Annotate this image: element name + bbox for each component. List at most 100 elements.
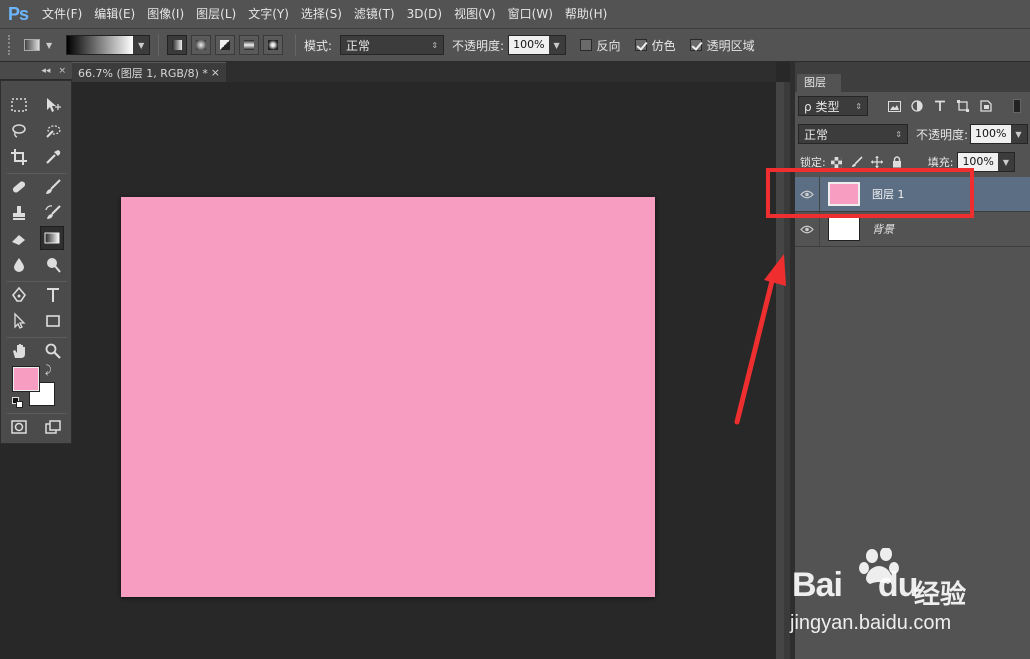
dodge-icon — [47, 258, 61, 273]
chevron-down-icon[interactable]: ▼ — [548, 36, 565, 54]
screen-mode-button[interactable] — [41, 415, 65, 439]
reverse-checkbox[interactable]: 反向 — [579, 37, 621, 54]
pen-tool[interactable] — [7, 283, 31, 307]
smart-object-filter-icon[interactable] — [978, 98, 994, 114]
options-bar-handle[interactable] — [8, 35, 14, 55]
gradient-tool[interactable] — [40, 226, 64, 250]
move-tool[interactable] — [41, 93, 65, 117]
path-selection-tool[interactable] — [7, 309, 31, 333]
dodge-tool[interactable] — [41, 253, 65, 277]
close-icon[interactable]: × — [58, 66, 66, 76]
lock-all-icon[interactable] — [890, 155, 904, 169]
history-brush-tool[interactable] — [41, 201, 65, 225]
menu-type[interactable]: 文字(Y) — [242, 0, 295, 28]
chevron-down-icon[interactable]: ▼ — [1010, 125, 1027, 143]
tools-panel: ⤸ — [0, 80, 72, 444]
opacity-field[interactable]: 100% ▼ — [508, 35, 566, 55]
default-bg-square — [16, 401, 23, 408]
zoom-tool[interactable] — [41, 339, 65, 363]
lasso-tool[interactable] — [7, 119, 31, 143]
linear-gradient-button[interactable] — [167, 35, 187, 55]
stamp-icon — [13, 206, 25, 220]
lock-transparent-icon[interactable] — [830, 155, 844, 169]
brush-tool[interactable] — [41, 175, 65, 199]
menu-edit[interactable]: 编辑(E) — [88, 0, 141, 28]
gradient-picker[interactable]: ▼ — [66, 35, 150, 55]
default-colors-icon[interactable] — [12, 397, 23, 408]
filter-kind-select[interactable]: ρ 类型 ⇕ — [798, 96, 868, 116]
checkbox-box[interactable] — [689, 39, 702, 51]
filter-toggle-switch[interactable] — [1013, 99, 1021, 113]
menu-view[interactable]: 视图(V) — [448, 0, 502, 28]
menu-image[interactable]: 图像(I) — [141, 0, 190, 28]
eraser-tool[interactable] — [7, 227, 31, 251]
shape-filter-icon[interactable] — [955, 98, 971, 114]
up-down-arrows-icon: ⇕ — [895, 129, 902, 139]
layer-thumbnail[interactable] — [828, 217, 860, 241]
layer-name[interactable]: 背景 — [872, 221, 894, 237]
reflected-gradient-button[interactable] — [239, 35, 259, 55]
divider — [158, 34, 159, 56]
radial-gradient-button[interactable] — [191, 35, 211, 55]
chevron-down-icon[interactable]: ▼ — [997, 153, 1014, 171]
chevron-down-icon[interactable]: ▼ — [133, 36, 149, 54]
clone-stamp-tool[interactable] — [7, 201, 31, 225]
collapse-icon[interactable]: ◂◂ — [41, 66, 50, 76]
baidu-jingyan-watermark: Bai du 经验 jingyan.baidu.com — [790, 547, 980, 638]
marquee-tool[interactable] — [7, 93, 31, 117]
checkbox-box[interactable] — [634, 39, 647, 51]
blur-tool[interactable] — [7, 253, 31, 277]
image-filter-svg — [887, 100, 901, 112]
foreground-color-swatch[interactable] — [12, 366, 40, 392]
hand-tool[interactable] — [7, 339, 31, 363]
gradient-preview[interactable] — [67, 36, 134, 54]
close-icon[interactable]: × — [211, 66, 220, 79]
mode-select[interactable]: 正常 ⇕ — [340, 35, 445, 55]
image-filter-icon[interactable] — [886, 98, 902, 114]
canvas-area[interactable] — [72, 82, 776, 659]
rectangle-tool[interactable] — [41, 309, 65, 333]
layer-opacity-value[interactable]: 100% — [971, 125, 1011, 143]
swap-colors-icon[interactable]: ⤸ — [45, 363, 52, 377]
transparency-checkbox[interactable]: 透明区域 — [689, 37, 755, 54]
linear-gradient-icon — [172, 40, 182, 50]
adjustment-filter-icon[interactable] — [909, 98, 925, 114]
type-tool[interactable] — [41, 283, 65, 307]
annotation-highlight-box — [766, 168, 974, 218]
layer-opacity-field[interactable]: 100% ▼ — [970, 124, 1028, 144]
document-tab[interactable]: 66.7% (图层 1, RGB/8) * × — [72, 62, 226, 82]
checker-svg — [831, 156, 843, 168]
menu-3d[interactable]: 3D(D) — [401, 0, 448, 28]
menu-window[interactable]: 窗口(W) — [502, 0, 559, 28]
angle-gradient-button[interactable] — [215, 35, 235, 55]
mode-label: 模式: — [304, 38, 333, 53]
menu-help[interactable]: 帮助(H) — [559, 0, 613, 28]
menu-layer[interactable]: 图层(L) — [190, 0, 242, 28]
crop-tool[interactable] — [7, 145, 31, 169]
opacity-value[interactable]: 100% — [509, 36, 549, 54]
blend-mode-select[interactable]: 正常 ⇕ — [798, 124, 908, 144]
document-canvas[interactable] — [121, 197, 655, 597]
tab-layers[interactable]: 图层 — [797, 74, 841, 92]
lock-position-icon[interactable] — [870, 155, 884, 169]
divider — [7, 413, 67, 414]
eyedropper-tool[interactable] — [41, 145, 65, 169]
photoshop-logo: Ps — [7, 3, 29, 24]
diamond-gradient-button[interactable] — [263, 35, 283, 55]
menu-file[interactable]: 文件(F) — [36, 0, 88, 28]
menu-filter[interactable]: 滤镜(T) — [348, 0, 401, 28]
checkbox-box[interactable] — [579, 39, 592, 51]
watermark-brand-du: du — [877, 566, 919, 604]
watermark-url: jingyan.baidu.com — [790, 612, 952, 634]
menu-select[interactable]: 选择(S) — [295, 0, 348, 28]
quick-mask-button[interactable] — [7, 415, 31, 439]
type-filter-icon[interactable] — [932, 98, 948, 114]
healing-brush-tool[interactable] — [7, 175, 31, 199]
lock-pixels-icon[interactable] — [850, 155, 864, 169]
quick-selection-tool[interactable] — [41, 119, 65, 143]
divider — [795, 246, 1030, 247]
tool-preset-picker[interactable]: ▼ — [24, 33, 66, 57]
gradient-icon — [44, 232, 60, 244]
drop-icon — [14, 258, 24, 272]
dither-checkbox[interactable]: 仿色 — [634, 37, 676, 54]
